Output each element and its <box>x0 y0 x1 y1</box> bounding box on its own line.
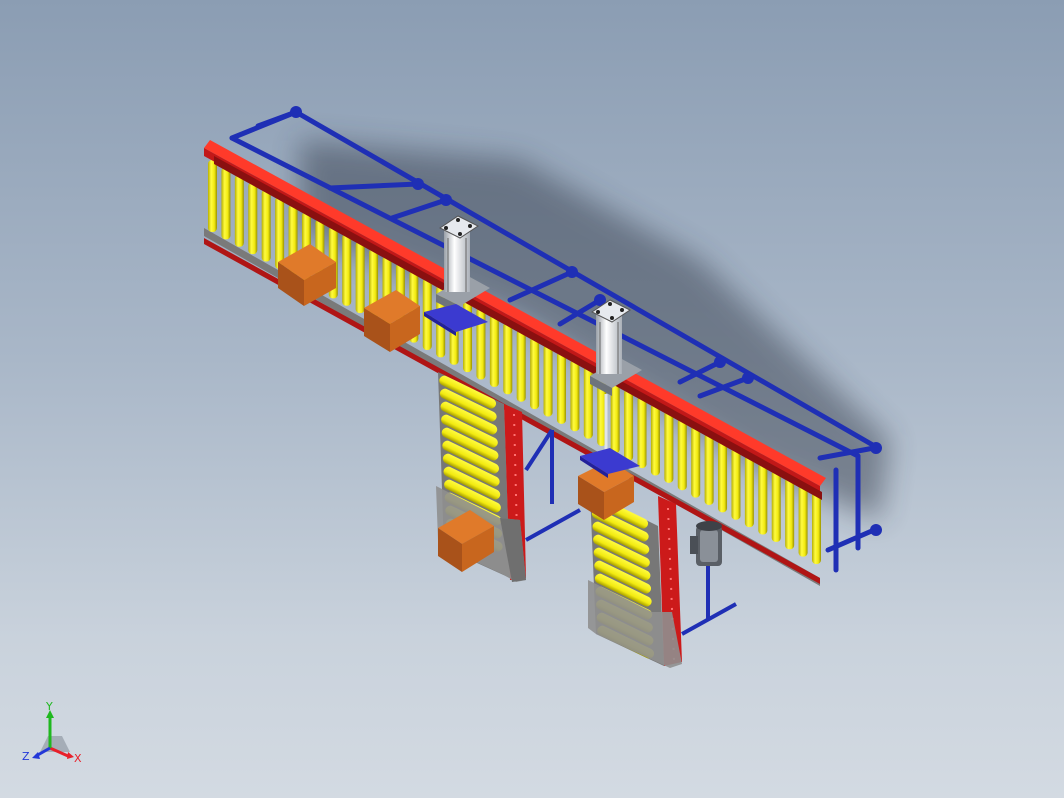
roller <box>731 447 741 520</box>
roller <box>489 314 499 387</box>
roller <box>624 388 634 461</box>
roller <box>785 477 795 550</box>
roller <box>556 351 566 424</box>
roller <box>570 359 580 432</box>
coordinate-triad: X Y Z <box>22 700 82 765</box>
x-axis-label: X <box>74 752 82 765</box>
roller <box>208 160 217 232</box>
roller <box>744 455 754 528</box>
roller <box>637 396 647 469</box>
roller <box>261 189 271 262</box>
roller <box>234 174 244 247</box>
roller <box>248 182 258 255</box>
roller <box>342 233 352 306</box>
cad-viewport[interactable]: X Y Z <box>0 0 1064 798</box>
z-axis-label: Z <box>22 750 30 763</box>
roller <box>718 440 728 513</box>
roller <box>516 329 526 402</box>
carton-1 <box>278 244 336 306</box>
roller <box>503 322 513 395</box>
roller <box>677 418 687 491</box>
roller <box>650 403 660 476</box>
roller <box>355 241 365 314</box>
roller <box>691 425 701 498</box>
roller <box>704 432 714 505</box>
roller <box>610 381 620 454</box>
roller <box>664 410 674 483</box>
y-axis-label: Y <box>45 700 53 713</box>
roller <box>798 484 808 557</box>
drive-motor <box>690 521 722 566</box>
roller <box>275 196 285 269</box>
conveyor-model[interactable] <box>0 0 1064 798</box>
roller <box>771 469 781 542</box>
roller <box>221 167 231 240</box>
roller <box>812 492 821 564</box>
roller <box>543 344 553 417</box>
roller <box>758 462 768 535</box>
roller <box>530 337 540 410</box>
